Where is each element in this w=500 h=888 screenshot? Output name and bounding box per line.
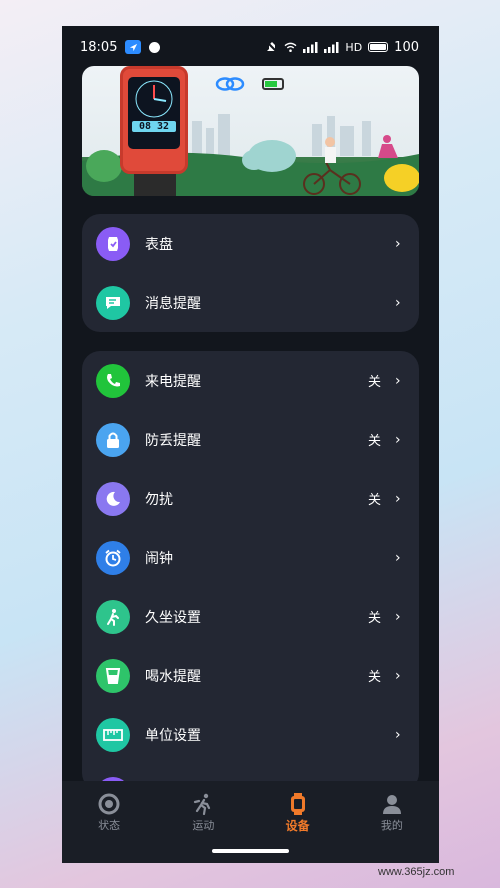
tab-status[interactable]: 状态 xyxy=(79,791,139,863)
menu-item-label: 喝水提醒 xyxy=(145,668,201,685)
watch-image: 08 32 xyxy=(120,66,188,174)
menu-item-sedentary[interactable]: 久坐设置 关 › xyxy=(82,587,419,646)
menu-item-value: 关 xyxy=(367,611,381,626)
card-watch-settings: 表盘 › 消息提醒 › xyxy=(82,214,419,332)
tab-label: 设备 xyxy=(285,819,310,833)
status-bar: 18:05 HD 100 xyxy=(62,26,439,68)
battery-level: 100 xyxy=(394,39,419,55)
menu-item-value: 关 xyxy=(367,670,381,685)
menu-item-value: 关 xyxy=(367,493,381,508)
chevron-right-icon: › xyxy=(395,490,401,507)
device-banner[interactable]: 08 32 xyxy=(82,66,419,196)
chevron-right-icon: › xyxy=(395,726,401,743)
menu-item-message-reminder[interactable]: 消息提醒 › xyxy=(82,273,419,332)
notification-dot-icon xyxy=(149,41,161,53)
tab-label: 运动 xyxy=(192,819,215,832)
phone-icon xyxy=(96,363,130,398)
chevron-right-icon: › xyxy=(395,372,401,389)
menu-item-label: 单位设置 xyxy=(145,727,201,744)
lock-icon xyxy=(96,422,130,457)
home-indicator[interactable] xyxy=(212,849,289,853)
profile-icon xyxy=(381,791,403,817)
watch-face-icon xyxy=(96,226,130,261)
watch-time: 08 32 xyxy=(132,121,176,132)
link-icon xyxy=(215,77,245,91)
battery-icon xyxy=(368,42,389,52)
network-label: HD xyxy=(345,40,363,54)
menu-item-call-reminder[interactable]: 来电提醒 关 › xyxy=(82,351,419,410)
chevron-right-icon: › xyxy=(395,549,401,566)
status-icon xyxy=(98,791,120,817)
menu-item-drink-water[interactable]: 喝水提醒 关 › xyxy=(82,646,419,705)
device-icon xyxy=(290,791,306,817)
chevron-right-icon: › xyxy=(395,608,401,625)
menu-item-value: 关 xyxy=(367,375,381,390)
cup-icon xyxy=(96,658,130,693)
signal-icon xyxy=(303,41,318,53)
chevron-right-icon: › xyxy=(395,294,401,311)
sedentary-icon xyxy=(96,599,130,634)
tab-profile[interactable]: 我的 xyxy=(362,791,422,863)
watch-dial-icon xyxy=(135,80,173,118)
menu-item-label: 闹钟 xyxy=(145,550,173,567)
menu-item-anti-lost[interactable]: 防丢提醒 关 › xyxy=(82,410,419,469)
device-battery-icon xyxy=(262,78,284,90)
menu-item-label: 消息提醒 xyxy=(145,295,201,312)
chevron-right-icon: › xyxy=(395,235,401,252)
tab-label: 我的 xyxy=(380,819,403,832)
watch-face-display: 08 32 xyxy=(128,77,180,149)
chevron-right-icon: › xyxy=(395,431,401,448)
card-reminder-settings: 来电提醒 关 › 防丢提醒 关 › 勿扰 关 › 闹钟 › 久坐设置 关 › 喝… xyxy=(82,351,419,811)
tab-label: 状态 xyxy=(98,819,121,832)
mute-icon xyxy=(266,41,279,53)
running-icon xyxy=(192,791,214,817)
menu-item-label: 久坐设置 xyxy=(145,609,201,626)
menu-item-do-not-disturb[interactable]: 勿扰 关 › xyxy=(82,469,419,528)
watermark: www.365jz.com xyxy=(378,866,455,878)
chevron-right-icon: › xyxy=(395,667,401,684)
status-time: 18:05 xyxy=(80,39,118,55)
ruler-icon xyxy=(96,717,130,752)
menu-item-value: 关 xyxy=(367,434,381,449)
menu-item-unit-settings[interactable]: 单位设置 › xyxy=(82,705,419,764)
menu-item-label: 防丢提醒 xyxy=(145,432,201,449)
message-icon xyxy=(96,285,130,320)
phone-screen: 18:05 HD 100 08 32 表盘 › 消息提醒 › 来电提醒 关 › … xyxy=(62,26,439,863)
location-icon xyxy=(125,40,142,54)
menu-item-label: 勿扰 xyxy=(145,491,173,508)
signal-icon-2 xyxy=(324,41,339,53)
menu-item-label: 来电提醒 xyxy=(145,373,201,390)
alarm-icon xyxy=(96,540,130,575)
wifi-icon xyxy=(284,42,297,52)
moon-icon xyxy=(96,481,130,516)
menu-item-watch-face[interactable]: 表盘 › xyxy=(82,214,419,273)
menu-item-alarm[interactable]: 闹钟 › xyxy=(82,528,419,587)
menu-item-label: 表盘 xyxy=(145,236,173,253)
